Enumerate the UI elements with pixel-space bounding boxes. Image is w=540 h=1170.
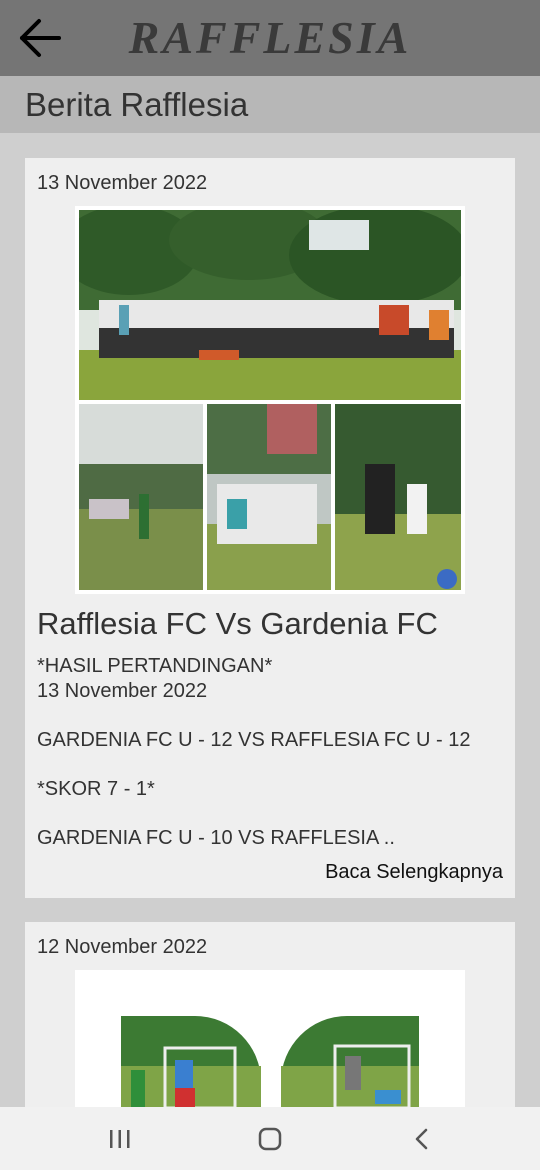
match-photo-2: [207, 404, 331, 590]
recents-button[interactable]: [90, 1119, 150, 1159]
home-button[interactable]: [240, 1119, 300, 1159]
arrow-left-icon: [20, 19, 61, 57]
app-bar: RAFFLESIA: [0, 0, 540, 76]
back-button[interactable]: [14, 12, 66, 64]
post-excerpt: *HASIL PERTANDINGAN* 13 November 2022 GA…: [37, 655, 471, 849]
brand-title: RAFFLESIA: [128, 12, 412, 63]
post-image[interactable]: [75, 206, 465, 594]
page-title: Berita Rafflesia: [25, 86, 249, 123]
system-nav-bar: [0, 1107, 540, 1170]
nav-back-button[interactable]: [392, 1119, 452, 1159]
recents-icon: [110, 1130, 130, 1148]
page-header: Berita Rafflesia: [0, 76, 540, 133]
home-icon: [258, 1127, 282, 1151]
read-more-link[interactable]: Baca Selengkapnya: [325, 861, 503, 884]
news-card[interactable]: 13 November 2022 Rafflesia FC Vs Gardeni…: [25, 158, 515, 898]
match-photo-3: [335, 404, 461, 590]
nav-back-icon: [415, 1128, 428, 1150]
post-date: 12 November 2022: [37, 936, 208, 958]
post-title[interactable]: Rafflesia FC Vs Gardenia FC: [37, 606, 438, 642]
group-photo: [79, 210, 461, 400]
post-date: 13 November 2022: [37, 172, 208, 194]
match-photo-1: [79, 404, 203, 590]
